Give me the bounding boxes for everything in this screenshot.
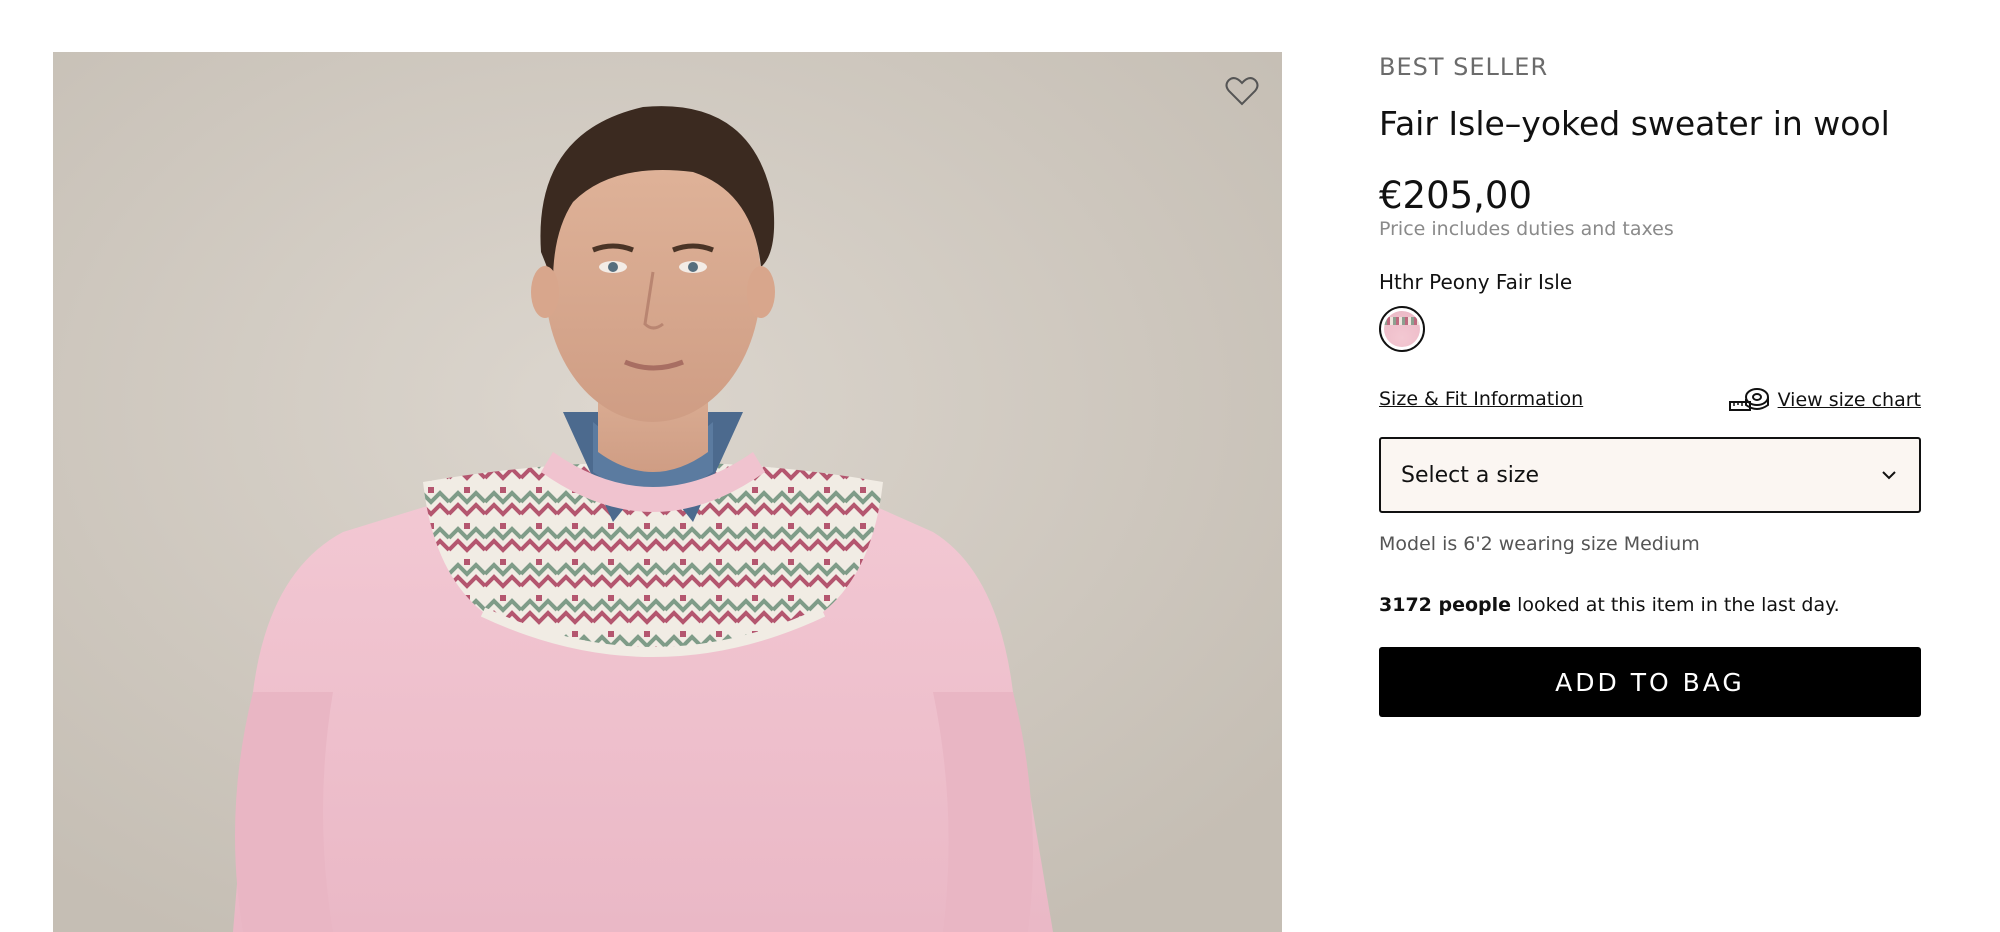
best-seller-badge: BEST SELLER (1379, 53, 1549, 81)
size-fit-info-link[interactable]: Size & Fit Information (1379, 388, 1583, 410)
color-swatch-selected[interactable] (1379, 306, 1425, 352)
swatch-image (1384, 311, 1420, 347)
wishlist-button[interactable] (1224, 74, 1260, 108)
viewers-number: 3172 people (1379, 594, 1512, 616)
product-price: €205,00 (1379, 174, 1533, 217)
fit-row: Size & Fit Information View size chart (1379, 386, 1921, 416)
measuring-tape-icon (1728, 388, 1769, 411)
selected-color-name: Hthr Peony Fair Isle (1379, 270, 1573, 294)
viewers-count: 3172 people looked at this item in the l… (1379, 594, 1840, 616)
product-page: BEST SELLER Fair Isle–yoked sweater in w… (0, 0, 2000, 932)
size-select-placeholder: Select a size (1401, 462, 1539, 488)
product-image[interactable] (53, 52, 1282, 932)
model-info: Model is 6'2 wearing size Medium (1379, 533, 1700, 555)
model-illustration (53, 52, 1282, 932)
chevron-down-icon (1882, 471, 1896, 480)
add-to-bag-button[interactable]: ADD TO BAG (1379, 647, 1921, 717)
product-details: BEST SELLER Fair Isle–yoked sweater in w… (1379, 52, 1921, 717)
price-note: Price includes duties and taxes (1379, 218, 1674, 240)
size-select[interactable]: Select a size (1379, 437, 1921, 513)
heart-outline-icon (1225, 77, 1259, 106)
view-size-chart-link[interactable]: View size chart (1728, 386, 1921, 414)
view-size-chart-label: View size chart (1777, 389, 1921, 411)
product-title: Fair Isle–yoked sweater in wool (1379, 104, 1890, 143)
viewers-text: looked at this item in the last day. (1511, 594, 1840, 616)
